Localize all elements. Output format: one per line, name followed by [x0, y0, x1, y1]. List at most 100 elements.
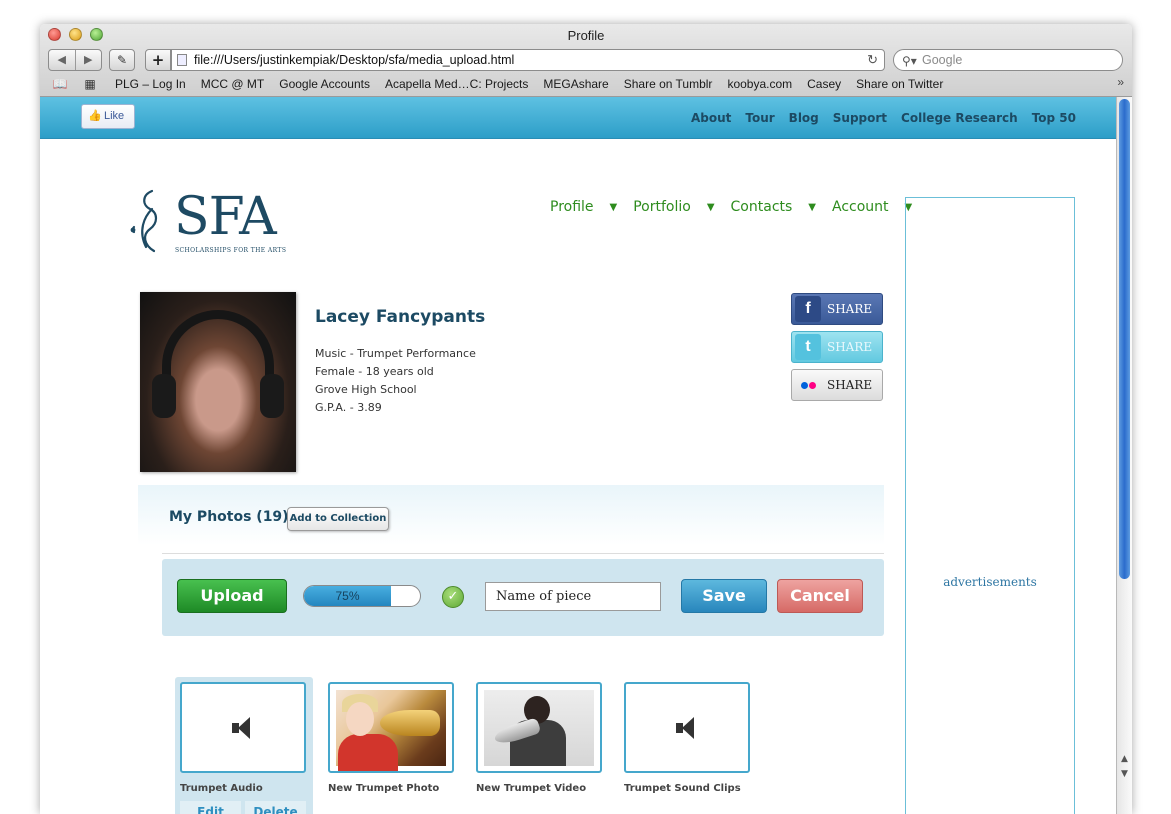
- trumpet-video-image: [484, 689, 594, 766]
- logo-subtitle: SCHOLARSHIPS FOR THE ARTS: [175, 247, 287, 254]
- desktop: Profile ◀ ▶ ✎ + file:///Users/justinkemp…: [0, 0, 1171, 814]
- vertical-scrollbar[interactable]: ▲ ▼: [1116, 97, 1132, 814]
- reload-icon[interactable]: ↻: [867, 50, 878, 70]
- edit-button[interactable]: Edit: [180, 801, 241, 814]
- topnav-about[interactable]: About: [691, 111, 731, 125]
- share-label: SHARE: [827, 378, 873, 392]
- media-caption: New Trumpet Video: [476, 783, 587, 794]
- address-bar[interactable]: file:///Users/justinkempiak/Desktop/sfa/…: [171, 49, 885, 71]
- forward-button[interactable]: ▶: [76, 50, 102, 70]
- checkmark-icon: ✓: [442, 586, 464, 608]
- scroll-arrows-icon[interactable]: ▲ ▼: [1117, 752, 1132, 782]
- flickr-icon: [795, 372, 821, 398]
- save-button[interactable]: Save: [681, 579, 767, 613]
- bookmark-item[interactable]: Casey: [807, 77, 841, 91]
- media-caption: Trumpet Sound Clips: [624, 783, 741, 794]
- piece-name-field[interactable]: Name of piece: [485, 582, 661, 611]
- nav-portfolio[interactable]: Portfolio: [633, 199, 691, 215]
- music-figure-icon: [130, 189, 158, 253]
- cancel-button[interactable]: Cancel: [777, 579, 863, 613]
- bookmark-item[interactable]: Share on Tumblr: [624, 77, 713, 91]
- facebook-share-button[interactable]: f SHARE: [791, 293, 883, 325]
- share-label: SHARE: [827, 302, 873, 316]
- twitter-share-button[interactable]: t SHARE: [791, 331, 883, 363]
- nav-contacts[interactable]: Contacts: [731, 199, 793, 215]
- topnav-support[interactable]: Support: [833, 111, 887, 125]
- profile-photo: [140, 292, 296, 472]
- profile-details: Music - Trumpet Performance Female - 18 …: [315, 345, 476, 417]
- nav-account[interactable]: Account: [832, 199, 889, 215]
- chevron-down-icon[interactable]: ▼: [610, 202, 618, 213]
- add-bookmark-button[interactable]: +: [145, 49, 171, 71]
- media-caption: Trumpet Audio: [180, 783, 263, 794]
- divider: [162, 553, 884, 554]
- bookmark-item[interactable]: MCC @ MT: [201, 77, 265, 91]
- media-actions: Edit Delete: [180, 801, 306, 814]
- detail-gender-age: Female - 18 years old: [315, 365, 434, 378]
- url-text: file:///Users/justinkempiak/Desktop/sfa/…: [194, 53, 515, 67]
- detail-gpa: G.P.A. - 3.89: [315, 401, 382, 414]
- twitter-icon: t: [795, 334, 821, 360]
- photos-title: My Photos (19): [169, 509, 289, 525]
- page-viewport: 👍 Like About Tour Blog Support College R…: [40, 97, 1116, 814]
- logo-text: SFA: [174, 187, 277, 247]
- chevron-down-icon[interactable]: ▼: [707, 202, 715, 213]
- profile-name: Lacey Fancypants: [315, 307, 486, 327]
- upload-progress-bar: 75%: [303, 585, 421, 607]
- scrollbar-thumb[interactable]: [1119, 99, 1130, 579]
- top-navigation: About Tour Blog Support College Research…: [691, 97, 1076, 139]
- bookmark-item[interactable]: MEGAshare: [543, 77, 608, 91]
- browser-window: Profile ◀ ▶ ✎ + file:///Users/justinkemp…: [40, 24, 1132, 814]
- topnav-tour[interactable]: Tour: [745, 111, 774, 125]
- like-label: Like: [104, 110, 125, 122]
- back-button[interactable]: ◀: [49, 50, 76, 70]
- media-thumbnail[interactable]: [180, 682, 306, 773]
- topnav-blog[interactable]: Blog: [789, 111, 819, 125]
- headphones-shape: [162, 310, 274, 410]
- page-icon: [177, 54, 187, 66]
- reading-list-icon[interactable]: 📖: [50, 77, 70, 91]
- add-to-collection-button[interactable]: Add to Collection: [287, 507, 389, 531]
- topnav-college-research[interactable]: College Research: [901, 111, 1018, 125]
- main-navigation: Profile ▼ Portfolio ▼ Contacts ▼ Account…: [550, 199, 912, 215]
- delete-button[interactable]: Delete: [245, 801, 306, 814]
- detail-school: Grove High School: [315, 383, 417, 396]
- site-topbar: 👍 Like About Tour Blog Support College R…: [40, 97, 1116, 139]
- evernote-icon[interactable]: ✎: [109, 49, 135, 71]
- search-icon: ⚲▾: [902, 54, 917, 68]
- media-caption: New Trumpet Photo: [328, 783, 440, 794]
- progress-text: 75%: [335, 589, 360, 603]
- upload-panel: Upload 75% ✓ Name of piece Save Cancel: [162, 559, 884, 636]
- bookmark-item[interactable]: PLG – Log In: [115, 77, 186, 91]
- chevron-down-icon[interactable]: ▼: [808, 202, 816, 213]
- media-thumbnail[interactable]: [476, 682, 602, 773]
- speaker-icon: [230, 715, 256, 741]
- facebook-like-button[interactable]: 👍 Like: [81, 104, 135, 129]
- browser-chrome: Profile ◀ ▶ ✎ + file:///Users/justinkemp…: [40, 24, 1132, 97]
- advertisement-panel[interactable]: advertisements: [905, 197, 1075, 814]
- detail-discipline: Music - Trumpet Performance: [315, 347, 476, 360]
- more-bookmarks-icon[interactable]: »: [1117, 75, 1124, 89]
- bookmark-item[interactable]: koobya.com: [727, 77, 792, 91]
- flickr-share-button[interactable]: SHARE: [791, 369, 883, 401]
- nav-profile[interactable]: Profile: [550, 199, 594, 215]
- upload-button[interactable]: Upload: [177, 579, 287, 613]
- bookmarks-bar: 📖 ▦ PLG – Log In MCC @ MT Google Account…: [40, 74, 1132, 94]
- search-placeholder: Google: [922, 53, 963, 67]
- top-sites-icon[interactable]: ▦: [80, 77, 100, 91]
- facebook-icon: f: [795, 296, 821, 322]
- bookmark-item[interactable]: Share on Twitter: [856, 77, 943, 91]
- sfa-logo[interactable]: SFA SCHOLARSHIPS FOR THE ARTS: [128, 187, 288, 257]
- media-thumbnail[interactable]: [624, 682, 750, 773]
- topnav-top-50[interactable]: Top 50: [1032, 111, 1076, 125]
- trumpet-photo-image: [336, 689, 446, 771]
- window-title: Profile: [567, 28, 605, 43]
- advertisement-label: advertisements: [943, 575, 1037, 589]
- thumbs-up-icon: 👍: [88, 110, 102, 122]
- bookmark-item[interactable]: Acapella Med…C: Projects: [385, 77, 528, 91]
- share-label: SHARE: [827, 340, 873, 354]
- speaker-icon: [674, 715, 700, 741]
- search-input[interactable]: ⚲▾ Google: [893, 49, 1123, 71]
- bookmark-item[interactable]: Google Accounts: [279, 77, 370, 91]
- media-thumbnail[interactable]: [328, 682, 454, 773]
